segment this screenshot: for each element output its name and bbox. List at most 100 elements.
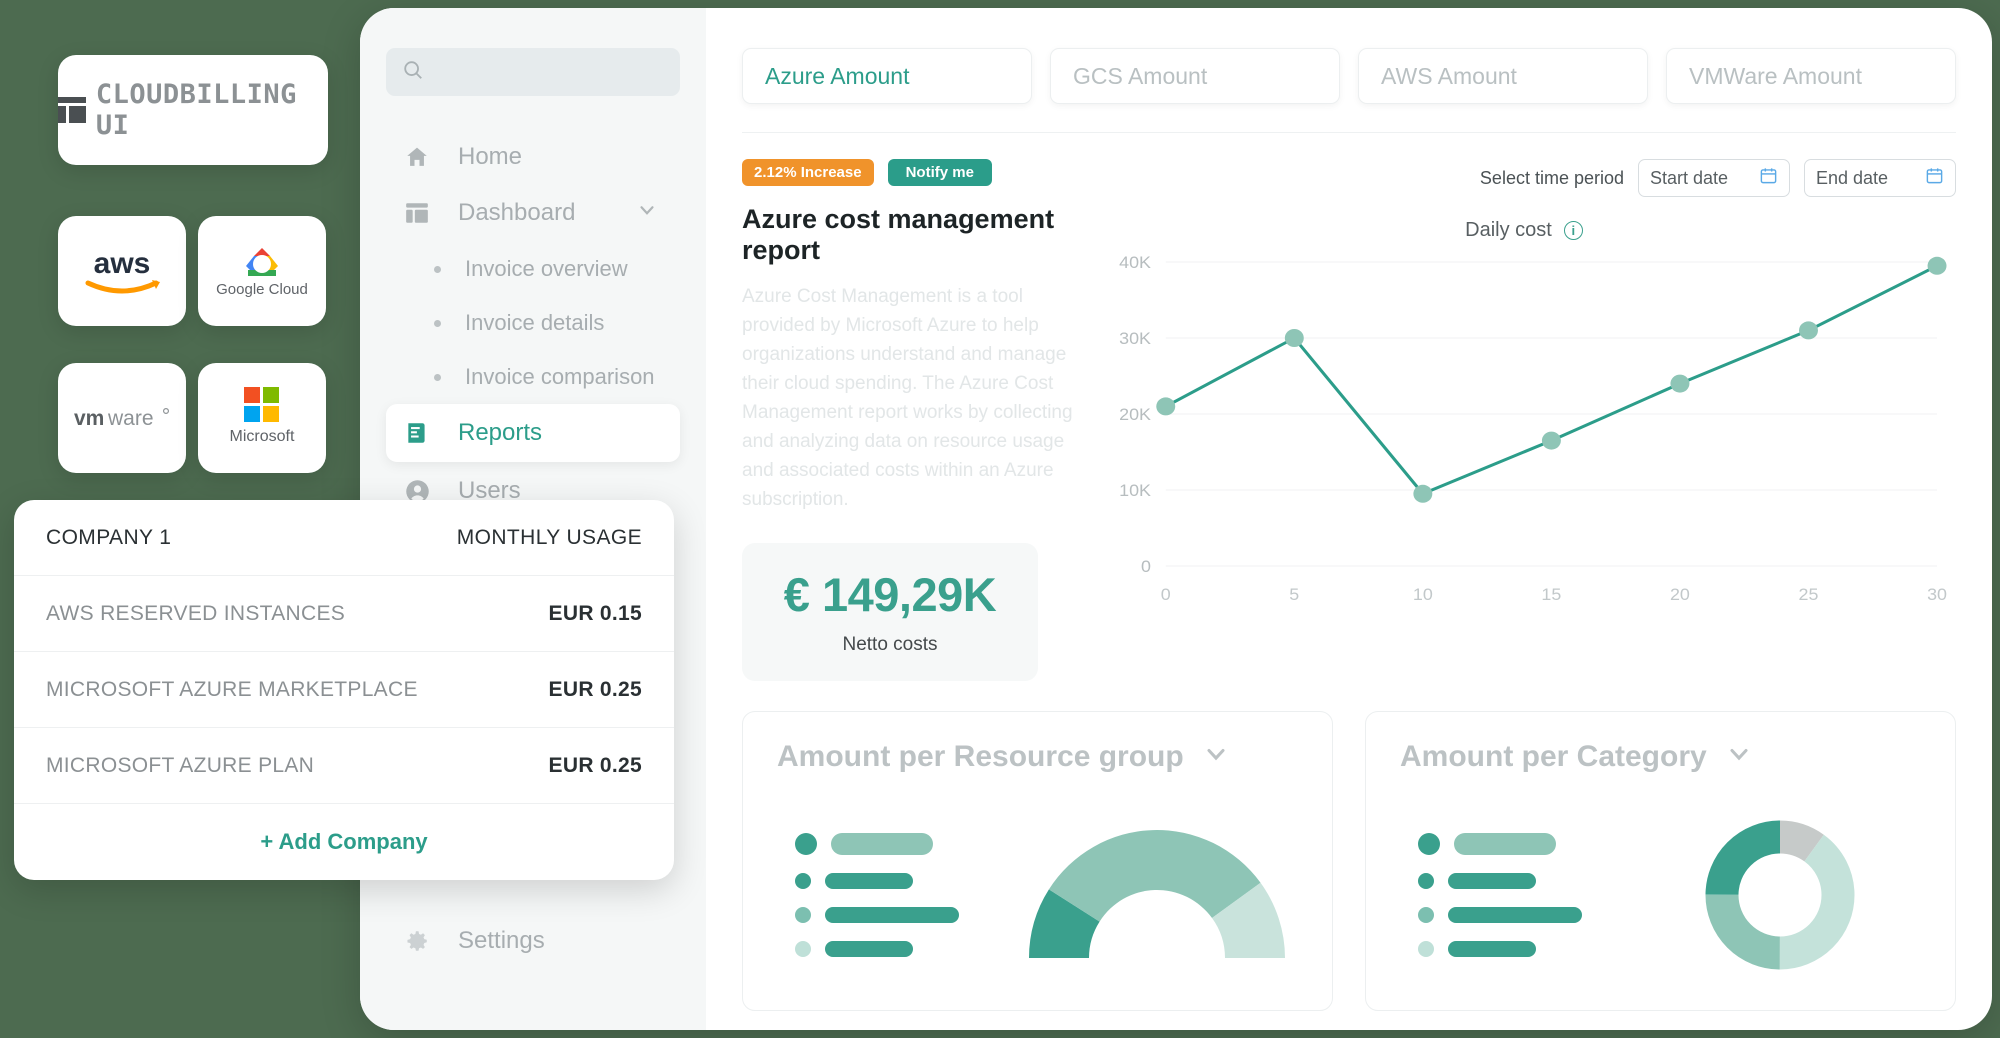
svg-text:40K: 40K — [1119, 252, 1151, 271]
sidebar-item-label: Home — [458, 143, 523, 170]
report-summary: 2.12% Increase Notify me Azure cost mana… — [742, 159, 1082, 681]
service-name: MICROSOFT AZURE PLAN — [46, 753, 315, 777]
legend-item — [795, 872, 1017, 889]
divider — [742, 132, 1956, 133]
chart-header: Daily cost i — [1092, 219, 1956, 242]
legend-item — [1418, 940, 1640, 957]
service-name: AWS RESERVED INSTANCES — [46, 601, 346, 625]
tab-label: VMWare Amount — [1689, 62, 1862, 89]
legend-dot-icon — [795, 940, 811, 957]
legend-item — [1418, 872, 1640, 889]
svg-text:aws: aws — [94, 247, 151, 280]
legend-item — [795, 832, 1017, 855]
sidebar-item-label: Settings — [458, 927, 545, 954]
sidebar-item-label: Dashboard — [458, 199, 576, 226]
brand-name: CLOUDBILLING UI — [95, 79, 297, 141]
sidebar-subitem-label: Invoice overview — [465, 256, 628, 281]
svg-text:0: 0 — [1141, 556, 1151, 575]
widget-amount-per-category: Amount per Category — [1365, 710, 1956, 1011]
tab-gcs-amount[interactable]: GCS Amount — [1050, 48, 1340, 104]
calendar-icon[interactable] — [1759, 166, 1778, 190]
donut-chart — [1640, 800, 1921, 990]
widget-header[interactable]: Amount per Resource group — [777, 740, 1298, 774]
widget-body — [1400, 800, 1921, 990]
widget-header[interactable]: Amount per Category — [1400, 740, 1921, 774]
tab-label: AWS Amount — [1381, 62, 1517, 89]
dashboard-layout-icon — [58, 97, 86, 123]
service-amount: EUR 0.25 — [548, 753, 642, 777]
widget-title: Amount per Resource group — [777, 739, 1184, 773]
netto-costs-value: € 149,29K — [783, 568, 997, 621]
provider-tile-gcp: Google Cloud — [198, 216, 326, 326]
chart-title: Daily cost — [1465, 219, 1552, 241]
svg-text:30: 30 — [1927, 584, 1947, 603]
legend-dot-icon — [1418, 832, 1440, 855]
chevron-down-icon[interactable] — [1202, 740, 1230, 773]
search-icon — [402, 59, 424, 86]
line-chart-svg: 0 10K 20K 30K 40K 0 5 10 15 20 25 30 — [1119, 252, 1947, 603]
sidebar-item-home[interactable]: Home — [386, 130, 680, 184]
bullet-icon — [434, 265, 441, 273]
legend-bar — [1448, 872, 1536, 889]
legend-bar — [1454, 832, 1556, 855]
page-title: Azure cost management report — [742, 204, 1055, 265]
half-donut-chart — [1017, 800, 1298, 990]
table-row[interactable]: MICROSOFT AZURE MARKETPLACE EUR 0.25 — [14, 652, 674, 728]
legend-dot-icon — [795, 872, 811, 889]
legend-bar — [831, 832, 933, 855]
tab-vmware-amount[interactable]: VMWare Amount — [1666, 48, 1956, 104]
main-content: Azure Amount GCS Amount AWS Amount VMWar… — [706, 8, 1992, 1030]
svg-text:10K: 10K — [1119, 480, 1151, 499]
sidebar-item-settings[interactable]: Settings — [386, 914, 680, 968]
notify-me-button[interactable]: Notify me — [887, 159, 992, 186]
dashboard-icon — [402, 198, 432, 228]
widget-row: Amount per Resource group Amount per Cat… — [742, 710, 1956, 1011]
table-row[interactable]: MICROSOFT AZURE PLAN EUR 0.25 — [14, 728, 674, 804]
calendar-icon[interactable] — [1925, 166, 1944, 190]
legend-bar — [825, 872, 913, 889]
sidebar-subitem-invoice-details[interactable]: Invoice details — [386, 296, 680, 350]
vmware-logo-icon: vm ware — [74, 407, 169, 430]
time-period-label: Select time period — [1479, 167, 1624, 188]
legend-item — [795, 940, 1017, 957]
tab-label: Azure Amount — [765, 62, 910, 89]
chart-panel: Select time period Start date End date D… — [1092, 159, 1956, 681]
time-period-selector: Select time period Start date End date — [1092, 159, 1956, 197]
svg-text:Google Cloud: Google Cloud — [216, 281, 308, 298]
amount-tabs: Azure Amount GCS Amount AWS Amount VMWar… — [742, 48, 1956, 104]
end-date-input[interactable]: End date — [1804, 159, 1956, 197]
report-section: 2.12% Increase Notify me Azure cost mana… — [742, 159, 1956, 681]
chevron-down-icon[interactable] — [636, 199, 658, 228]
bullet-icon — [434, 319, 441, 327]
sidebar-subitem-invoice-comparison[interactable]: Invoice comparison — [386, 350, 680, 404]
monthly-usage-header: MONTHLY USAGE — [456, 525, 642, 549]
widget-amount-per-resource-group: Amount per Resource group — [742, 710, 1333, 1011]
svg-text:0: 0 — [1161, 584, 1171, 603]
sidebar-item-dashboard[interactable]: Dashboard — [386, 186, 680, 240]
table-row[interactable]: AWS RESERVED INSTANCES EUR 0.15 — [14, 576, 674, 652]
sidebar-item-reports[interactable]: Reports — [386, 404, 680, 462]
provider-tile-vmware: vm ware — [58, 363, 186, 473]
svg-text:20K: 20K — [1119, 404, 1151, 423]
start-date-input[interactable]: Start date — [1638, 159, 1790, 197]
tab-aws-amount[interactable]: AWS Amount — [1358, 48, 1648, 104]
tab-azure-amount[interactable]: Azure Amount — [742, 48, 1032, 104]
aws-logo-icon: aws — [85, 247, 160, 294]
bullet-icon — [434, 373, 441, 381]
info-icon[interactable]: i — [1563, 221, 1583, 240]
daily-cost-chart: 0 10K 20K 30K 40K 0 5 10 15 20 25 30 — [1092, 248, 1956, 618]
search-input[interactable] — [386, 48, 680, 96]
legend-bar — [825, 940, 913, 957]
legend-dot-icon — [795, 832, 817, 855]
status-badge-increase: 2.12% Increase — [742, 159, 874, 186]
chevron-down-icon[interactable] — [1725, 740, 1753, 773]
svg-text:vm: vm — [74, 407, 104, 430]
company-name-header: COMPANY 1 — [46, 525, 172, 549]
widget-body — [777, 800, 1298, 990]
tab-label: GCS Amount — [1073, 62, 1208, 89]
sidebar-subitem-invoice-overview[interactable]: Invoice overview — [386, 242, 680, 296]
widget-legend — [1400, 832, 1640, 957]
start-date-placeholder: Start date — [1650, 167, 1729, 188]
add-company-button[interactable]: + Add Company — [14, 804, 674, 880]
sidebar-item-label: Reports — [458, 419, 543, 446]
